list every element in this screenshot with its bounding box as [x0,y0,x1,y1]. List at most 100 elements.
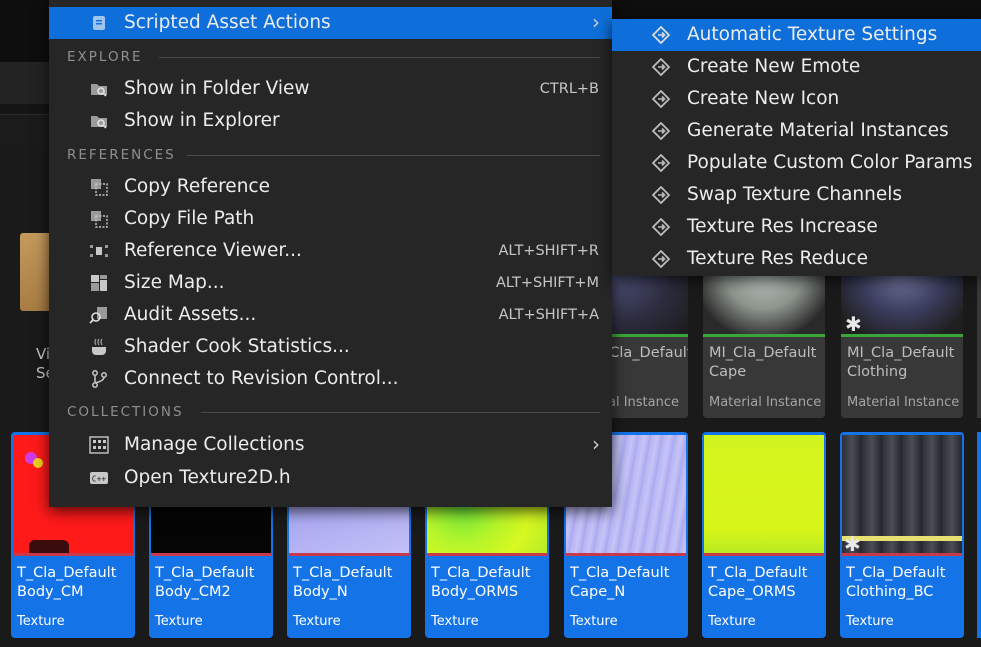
submenu-item-create-new-emote[interactable]: Create New Emote [612,51,981,83]
submenu-item-label: Create New Icon [687,88,840,109]
menu-item-manage-collections[interactable]: Manage Collections › [49,429,612,461]
section-divider [159,57,600,58]
partial-tile-edge [977,432,981,638]
branch-icon [89,369,109,389]
asset-color-bar [151,553,271,556]
menu-item-scripted-asset-actions[interactable]: Scripted Asset Actions › [49,7,612,39]
action-diamond-icon [652,218,670,236]
action-diamond-icon [652,58,670,76]
submenu-item-texture-res-increase[interactable]: Texture Res Increase [612,211,981,243]
menu-item-label: Manage Collections [124,434,305,455]
menu-item-shader-cook-statistics[interactable]: Shader Cook Statistics... [49,331,612,363]
action-diamond-icon [652,90,670,108]
asset-name: T_Cla_Default Body_CM2 [155,565,255,600]
asset-color-bar [841,334,963,337]
cooking-pot-icon [89,337,109,357]
menu-item-label: Copy Reference [124,176,270,197]
shortcut-label: ALT+SHIFT+R [498,243,599,259]
chevron-right-icon: › [592,10,600,34]
asset-type: Texture [431,614,479,629]
asset-color-bar [13,553,133,556]
submenu-item-automatic-texture-settings[interactable]: Automatic Texture Settings [612,19,981,51]
submenu-item-label: Texture Res Increase [687,216,878,237]
section-divider [187,155,600,156]
grid-icon [89,435,109,455]
submenu-item-label: Generate Material Instances [687,120,949,141]
menu-item-show-in-explorer[interactable]: Show in Explorer [49,105,612,137]
asset-name: MI_Cla_Default Cape [709,345,817,380]
folder-search-icon [89,79,109,99]
submenu-item-create-new-icon[interactable]: Create New Icon [612,83,981,115]
asset-name: T_Cla_Default Body_ORMS [431,565,531,600]
asset-name: T_Cla_Default Body_N [293,565,393,600]
action-diamond-icon [652,122,670,140]
asset-type: al Instance [608,395,680,410]
menu-item-label: Open Texture2D.h [124,467,291,488]
asset-type: Texture [155,614,203,629]
asset-type: Material Instance [709,395,822,410]
asterisk-icon: ✱ [844,532,861,556]
action-diamond-icon [652,186,670,204]
svg-text:C++: C++ [92,475,107,484]
asset-type: Texture [846,614,894,629]
texture-spot [33,458,43,468]
texture-thumbnail [704,435,824,553]
submenu-item-populate-custom-color-params[interactable]: Populate Custom Color Params [612,147,981,179]
reference-graph-icon [89,241,109,261]
material-tile[interactable]: MI_Cla_Default Cape Material Instance [703,262,825,418]
cpp-file-icon: C++ [89,468,109,488]
copy-icon [89,177,109,197]
menu-item-audit-assets[interactable]: Audit Assets... ALT+SHIFT+A [49,299,612,331]
menu-item-label: Scripted Asset Actions [124,12,331,33]
menu-item-label: Show in Explorer [124,110,280,131]
texture-tile[interactable]: T_Cla_Default Cape_ORMS Texture [702,432,826,638]
section-header-collections: COLLECTIONS [67,404,184,420]
texture-spot [29,540,69,553]
submenu-item-generate-material-instances[interactable]: Generate Material Instances [612,115,981,147]
submenu-item-texture-res-reduce[interactable]: Texture Res Reduce [612,243,981,275]
menu-item-copy-reference[interactable]: Copy Reference [49,171,612,203]
asset-name: T_Cla_Default Cape_N [570,565,670,600]
menu-item-reference-viewer[interactable]: Reference Viewer... ALT+SHIFT+R [49,235,612,267]
menu-item-label: Reference Viewer... [124,240,302,261]
asset-type: Texture [293,614,341,629]
section-divider [201,412,600,413]
section-header-explore: EXPLORE [67,49,143,65]
asset-name: T_Cla_Default Cape_ORMS [708,565,808,600]
asset-name: T_Cla_Default Body_CM [17,565,117,600]
section-header-references: REFERENCES [67,147,176,163]
menu-item-size-map[interactable]: Size Map... ALT+SHIFT+M [49,267,612,299]
script-icon [89,13,109,33]
menu-top-sliver [49,0,612,7]
shortcut-label: ALT+SHIFT+A [498,307,599,323]
asset-color-bar [842,553,962,556]
menu-item-connect-revision-control[interactable]: Connect to Revision Control... [49,363,612,395]
audit-magnifier-icon [89,305,109,325]
shortcut-label: ALT+SHIFT+M [496,275,599,291]
menu-item-copy-file-path[interactable]: Copy File Path [49,203,612,235]
material-tile[interactable]: ✱ MI_Cla_Default Clothing Material Insta… [841,262,963,418]
asset-color-bar [704,553,824,556]
asset-color-bar [427,553,547,556]
menu-item-label: Connect to Revision Control... [124,368,399,389]
texture-tile[interactable]: ✱ T_Cla_Default Clothing_BC Texture [840,432,964,638]
scripted-actions-submenu: Automatic Texture Settings Create New Em… [612,19,981,276]
asset-type: Texture [17,614,65,629]
action-diamond-icon [652,154,670,172]
asset-name: T_Cla_Default Clothing_BC [846,565,946,600]
folder-search-icon [89,111,109,131]
asset-name: MI_Cla_Default Clothing [847,345,955,380]
menu-item-open-texture2d-h[interactable]: C++ Open Texture2D.h [49,462,612,494]
chevron-right-icon: › [592,432,600,456]
submenu-item-swap-texture-channels[interactable]: Swap Texture Channels [612,179,981,211]
submenu-item-label: Populate Custom Color Params [687,152,973,173]
menu-item-label: Size Map... [124,272,225,293]
submenu-item-label: Texture Res Reduce [687,248,868,269]
menu-item-label: Copy File Path [124,208,255,229]
submenu-item-label: Create New Emote [687,56,861,77]
asterisk-icon: ✱ [845,312,862,336]
asset-color-bar [703,334,825,337]
menu-item-show-in-folder-view[interactable]: Show in Folder View CTRL+B [49,73,612,105]
menu-item-label: Shader Cook Statistics... [124,336,350,357]
submenu-item-label: Swap Texture Channels [687,184,903,205]
